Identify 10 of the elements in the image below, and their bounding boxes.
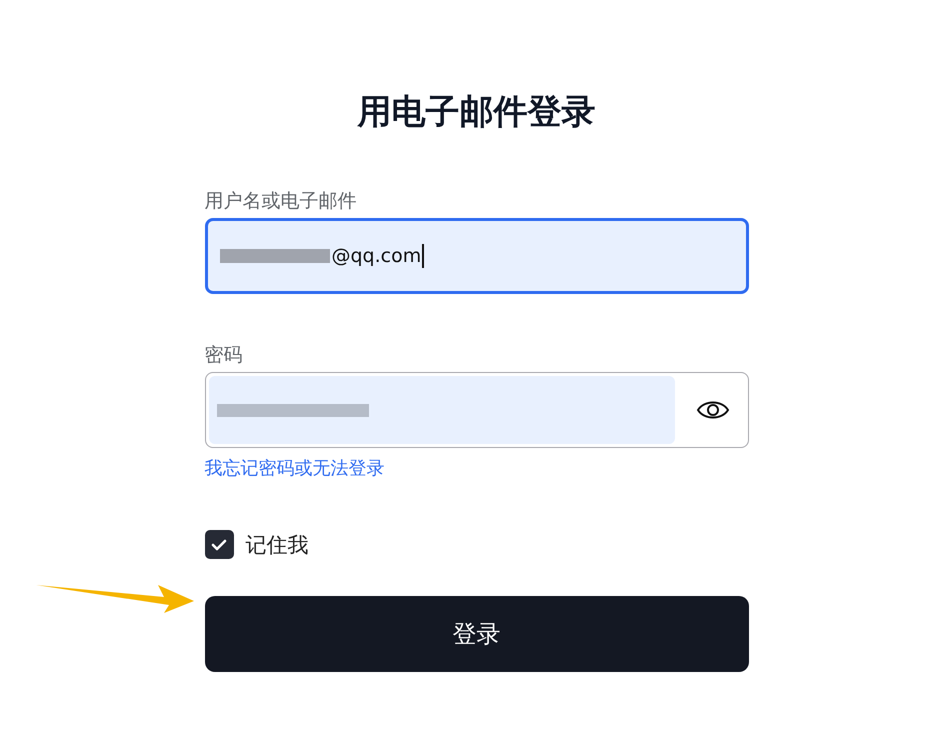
username-field[interactable]: @qq.com [204,218,748,294]
forgot-password-link[interactable]: 我忘记密码或无法登录 [204,456,384,482]
remember-checkbox[interactable] [204,530,234,559]
checkbox-label: 记住我 [246,532,308,558]
field-label: 密码 [204,343,242,368]
field-label: 用户名或电子邮件 [204,189,356,214]
page-title: 用电子邮件登录 [356,91,596,134]
login-button[interactable]: 登录 [204,596,748,672]
check-icon [211,538,227,550]
password-field[interactable] [204,372,748,448]
